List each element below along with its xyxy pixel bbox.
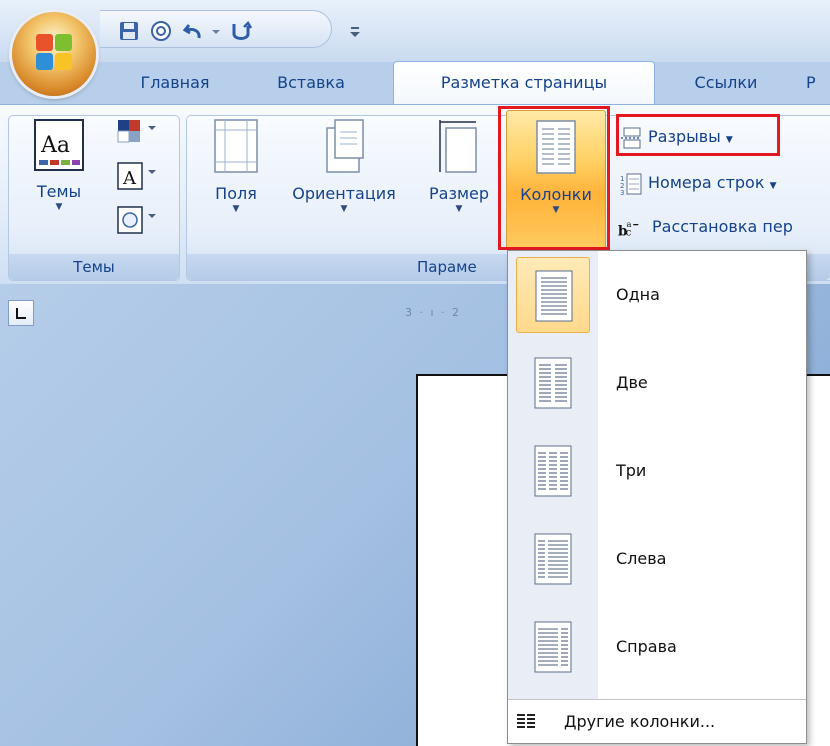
chevron-down-icon: ▼ [769,181,777,191]
three-columns-icon [534,445,572,497]
hyphenation-button[interactable]: b c a Расстановка пер [618,210,830,244]
svg-text:Aa: Aa [40,133,70,158]
redo-icon[interactable] [230,20,252,42]
tab-insert[interactable]: Вставка [262,62,360,104]
more-columns-label: Другие колонки... [564,712,716,731]
menu-item-label: Слева [616,549,667,568]
svg-text:3: 3 [620,189,624,195]
tab-references[interactable]: Ссылки [672,62,780,104]
menu-item-icon-box [516,609,590,685]
left-column-icon [534,533,572,585]
undo-icon[interactable] [182,20,204,42]
size-button[interactable]: Размер ▼ [414,118,504,215]
orientation-icon [326,119,364,173]
theme-colors-icon[interactable] [112,116,164,148]
theme-fonts-icon[interactable]: A [112,160,164,192]
svg-text:a: a [626,219,631,229]
hyphenation-label: Расстановка пер [652,217,793,236]
menu-item-icon-box [516,433,590,509]
menu-item-label: Справа [616,637,677,656]
tab-page-layout[interactable]: Разметка страницы [393,61,655,105]
chevron-down-icon: ▼ [232,204,240,214]
themes-icon: Aa [34,119,84,171]
margins-icon [214,119,258,173]
more-columns-button[interactable]: Другие колонки... [508,700,806,744]
menu-item-left-column[interactable]: Слева [508,515,806,603]
help-icon[interactable] [150,20,172,42]
left-tab-icon [16,308,26,319]
menu-item-label: Две [616,373,648,392]
columns-dropdown-menu: Одна Две Три Слева Справа Другие колонки… [507,250,807,744]
themes-button-label: Темы [36,182,82,201]
one-column-icon [535,270,573,322]
menu-item-icon-box [516,345,590,421]
themes-group-label: Темы [9,254,179,280]
office-logo-icon [36,34,72,70]
margins-label: Поля [215,184,257,203]
chevron-down-icon: ▼ [340,204,348,214]
menu-item-right-column[interactable]: Справа [508,603,806,691]
menu-item-three-columns[interactable]: Три [508,427,806,515]
two-columns-icon [534,357,572,409]
theme-effects-icon[interactable] [112,204,164,236]
orientation-button[interactable]: Ориентация ▼ [274,118,414,215]
menu-item-icon-box [516,257,590,333]
tab-stop-selector[interactable] [8,300,34,326]
right-column-icon [534,621,572,673]
undo-dropdown-icon[interactable] [210,20,222,42]
menu-item-label: Три [616,461,647,480]
orientation-label: Ориентация [292,184,396,203]
chevron-down-icon: ▼ [455,204,463,214]
line-numbers-icon: 1 2 3 [620,173,642,195]
size-icon [439,120,477,173]
menu-item-label: Одна [616,285,660,304]
chevron-down-icon: ▼ [55,202,63,212]
customize-toolbar-icon[interactable] [345,21,365,43]
line-numbers-label: Номера строк ▼ [648,173,777,192]
themes-button[interactable]: Aa Темы ▼ [24,118,94,213]
svg-text:A: A [122,168,137,189]
tab-home[interactable]: Главная [128,62,222,104]
quick-access-toolbar [100,10,360,48]
menu-item-two-columns[interactable]: Две [508,339,806,427]
hyphenation-icon: b c a [618,219,639,239]
menu-item-icon-box [516,521,590,597]
line-numbers-button[interactable]: 1 2 3 Номера строк ▼ [620,166,830,200]
more-columns-icon [517,714,535,728]
columns-highlight-box [498,106,610,250]
size-label: Размер [428,184,490,203]
save-icon[interactable] [118,20,140,42]
office-button[interactable] [12,12,96,96]
title-bar [0,0,830,62]
menu-item-one-column[interactable]: Одна [508,251,806,339]
svg-text:c: c [626,228,632,239]
horizontal-ruler[interactable]: 3 · ı · 2 [405,300,515,326]
tab-review[interactable]: Р [806,62,830,104]
breaks-highlight-box [616,114,780,156]
margins-button[interactable]: Поля ▼ [200,118,272,215]
